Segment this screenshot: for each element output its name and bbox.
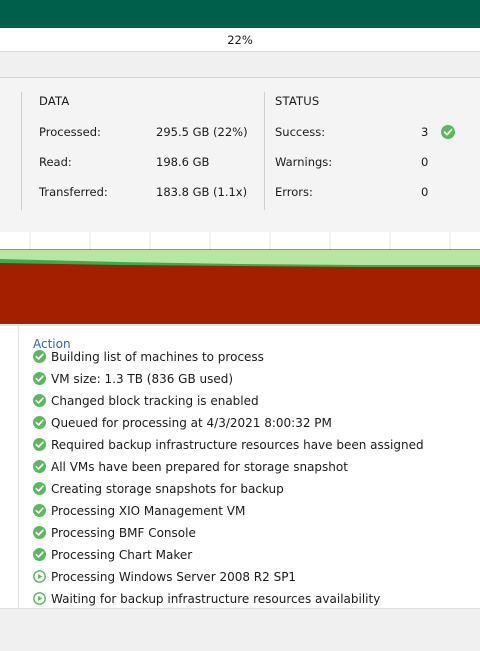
running-play-icon [33, 592, 46, 605]
transferred-value: 183.8 GB (1.1x) [156, 185, 248, 199]
errors-label: Errors: [275, 185, 313, 199]
processed-value: 295.5 GB (22%) [156, 125, 248, 139]
throughput-chart-graphic [0, 232, 480, 324]
success-check-icon [33, 460, 46, 473]
running-play-icon [33, 570, 46, 583]
success-check-icon [33, 416, 46, 429]
log-item[interactable]: Building list of machines to process [33, 346, 480, 368]
log-item-text: Processing BMF Console [51, 526, 196, 540]
log-item-text: Creating storage snapshots for backup [51, 482, 284, 496]
stats-panel: DATA STATUS Processed: 295.5 GB (22%) Re… [0, 77, 480, 232]
success-check-icon [33, 438, 46, 451]
action-log[interactable]: Action Building list of machines to proc… [0, 325, 480, 609]
log-item-text: Processing Chart Maker [51, 548, 193, 562]
left-divider [21, 92, 22, 210]
status-section-title: STATUS [275, 94, 320, 108]
log-item-text: All VMs have been prepared for storage s… [51, 460, 348, 474]
read-label: Read: [39, 155, 72, 169]
chart-red-area [0, 263, 480, 324]
action-list: Building list of machines to process VM s… [33, 346, 480, 609]
success-check-icon [33, 526, 46, 539]
log-item[interactable]: Queued for processing at 4/3/2021 8:00:3… [33, 412, 480, 434]
transferred-label: Transferred: [39, 185, 108, 199]
data-section-title: DATA [39, 94, 70, 108]
log-item[interactable]: Creating storage snapshots for backup [33, 478, 480, 500]
log-item-text: Required backup infrastructure resources… [51, 438, 424, 452]
log-item-text: Changed block tracking is enabled [51, 394, 259, 408]
log-item-text: Processing Windows Server 2008 R2 SP1 [51, 570, 297, 584]
read-value: 198.6 GB [156, 155, 210, 169]
success-check-icon [33, 372, 46, 385]
warnings-count: 0 [421, 155, 429, 169]
bottom-area [0, 608, 480, 651]
processed-label: Processed: [39, 125, 101, 139]
success-check-icon [33, 504, 46, 517]
warnings-label: Warnings: [275, 155, 333, 169]
success-check-icon [33, 548, 46, 561]
log-item[interactable]: Processing XIO Management VM [33, 500, 480, 522]
log-item[interactable]: Changed block tracking is enabled [33, 390, 480, 412]
throughput-chart [0, 232, 480, 324]
middle-divider [264, 92, 265, 210]
success-check-icon [33, 350, 46, 363]
success-check-icon [33, 394, 46, 407]
log-item-text: VM size: 1.3 TB (836 GB used) [51, 372, 234, 386]
log-item[interactable]: Required backup infrastructure resources… [33, 434, 480, 456]
spacer [0, 52, 480, 77]
errors-count: 0 [421, 185, 429, 199]
log-item[interactable]: All VMs have been prepared for storage s… [33, 456, 480, 478]
success-check-icon [33, 482, 46, 495]
success-label: Success: [275, 125, 326, 139]
success-count: 3 [421, 125, 429, 139]
log-left-edge [18, 326, 19, 609]
log-item[interactable]: VM size: 1.3 TB (836 GB used) [33, 368, 480, 390]
log-item-text: Waiting for backup infrastructure resour… [51, 592, 381, 606]
log-item[interactable]: Waiting for backup infrastructure resour… [33, 588, 480, 609]
log-item-text: Processing XIO Management VM [51, 504, 246, 518]
log-item-text: Building list of machines to process [51, 350, 264, 364]
progress-percent: 22% [227, 33, 253, 47]
log-item-text: Queued for processing at 4/3/2021 8:00:3… [51, 416, 332, 430]
progress-bar: 22% [0, 28, 480, 52]
success-check-icon [441, 125, 455, 139]
log-item[interactable]: Processing Chart Maker [33, 544, 480, 566]
log-item[interactable]: Processing BMF Console [33, 522, 480, 544]
title-bar [0, 0, 480, 28]
log-item[interactable]: Processing Windows Server 2008 R2 SP1 [33, 566, 480, 588]
